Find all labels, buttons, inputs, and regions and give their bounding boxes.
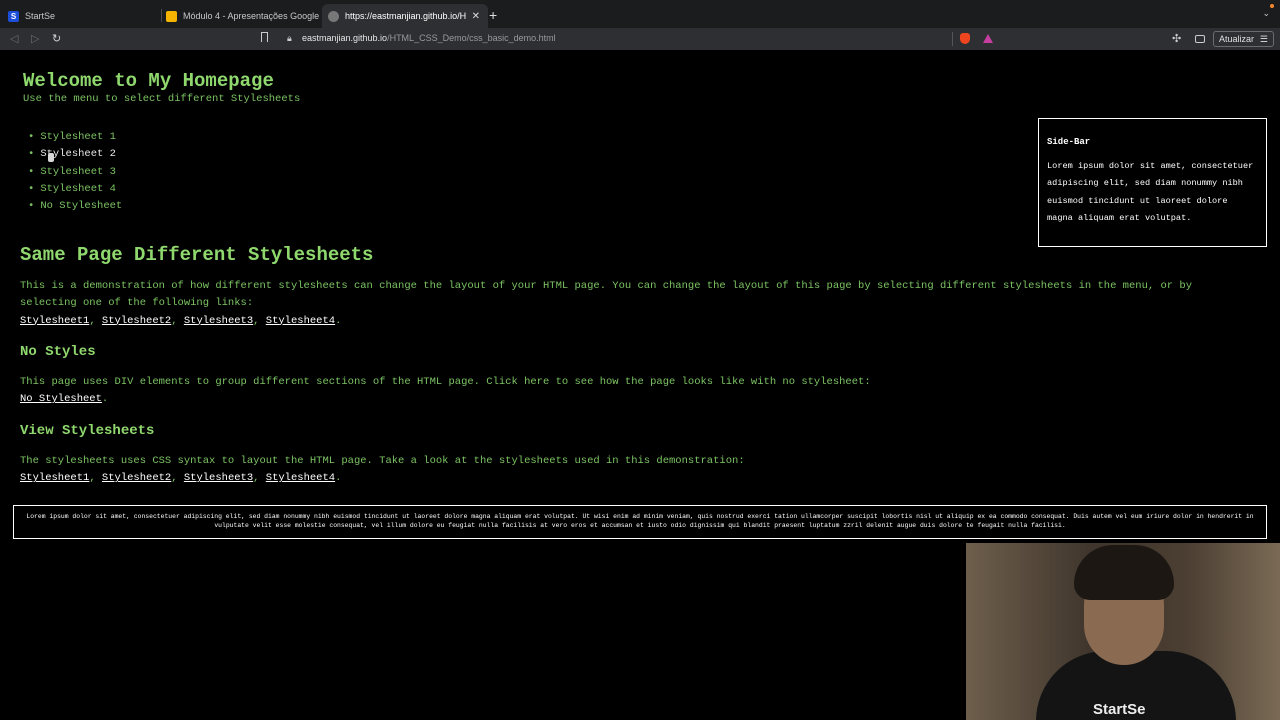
forward-icon[interactable]: ▷ [31,32,39,45]
google-slides-icon [166,10,177,22]
reload-icon[interactable]: ↻ [52,32,61,45]
url-host: eastmanjian.github.io [302,33,388,43]
menu-item-stylesheet-2[interactable]: Stylesheet 2 [28,146,122,163]
page-title: Welcome to My Homepage [23,70,274,92]
section-heading-view-stylesheets: View Stylesheets [20,423,155,439]
presenter-hair [1074,545,1174,600]
tab-label: https://eastmanjian.github.io/H [345,11,467,21]
tab-search-chevron-icon[interactable]: ⌄ [1262,8,1270,19]
paragraph-text: This page uses DIV elements to group dif… [20,376,871,388]
close-tab-icon[interactable]: ✕ [472,11,480,22]
lock-icon[interactable]: 🔒︎ [287,33,292,44]
link-stylesheet3[interactable]: Stylesheet3 [184,472,253,484]
link-stylesheet3[interactable]: Stylesheet3 [184,315,253,327]
page-subtitle: Use the menu to select different Stylesh… [23,93,301,105]
sidebar-text: Lorem ipsum dolor sit amet, consectetuer… [1047,161,1254,224]
tab-startse[interactable]: S StartSe [4,4,166,28]
link-stylesheet4[interactable]: Stylesheet4 [266,315,335,327]
tab-bar: S StartSe Módulo 4 - Apresentações Googl… [0,0,1280,28]
paragraph-text: This is a demonstration of how different… [20,280,1192,310]
section-heading-same-page: Same Page Different Stylesheets [20,244,374,266]
tab-active-demo[interactable]: https://eastmanjian.github.io/H ✕ [322,4,488,28]
menu-item-stylesheet-4[interactable]: Stylesheet 4 [28,181,122,198]
sidebar-title: Side-Bar [1047,137,1091,147]
brave-shields-icon[interactable] [960,33,970,44]
update-button[interactable]: Atualizar ☰ [1213,31,1274,47]
link-stylesheet1[interactable]: Stylesheet1 [20,315,89,327]
section-text-no-styles: This page uses DIV elements to group dif… [20,376,871,406]
link-no-stylesheet[interactable]: No Stylesheet [20,393,102,405]
link-stylesheet1[interactable]: Stylesheet1 [20,472,89,484]
bookmark-icon[interactable] [261,32,268,42]
update-label: Atualizar [1219,34,1255,44]
browser-toolbar: ◁ ▷ ↻ 🔒︎ eastmanjian.github.io/HTML_CSS_… [0,28,1280,50]
address-bar[interactable]: eastmanjian.github.io/HTML_CSS_Demo/css_… [302,33,556,43]
brave-rewards-icon[interactable] [983,34,993,43]
section-text-view-stylesheets: The stylesheets uses CSS syntax to layou… [20,455,745,485]
link-stylesheet4[interactable]: Stylesheet4 [266,472,335,484]
tab-label: Módulo 4 - Apresentações Google [183,11,320,21]
url-path: /HTML_CSS_Demo/css_basic_demo.html [387,33,556,43]
menu-icon: ☰ [1259,33,1268,44]
shirt-logo: StartSe [1093,701,1146,718]
footer: Lorem ipsum dolor sit amet, consectetuer… [13,505,1267,539]
link-stylesheet2[interactable]: Stylesheet2 [102,315,171,327]
menu-item-no-stylesheet[interactable]: No Stylesheet [28,198,122,215]
mouse-cursor [48,153,54,162]
startse-favicon-icon: S [8,10,19,22]
extensions-icon[interactable]: ✣ [1172,32,1181,45]
new-tab-button[interactable]: + [489,7,497,23]
menu-item-stylesheet-1[interactable]: Stylesheet 1 [28,129,122,146]
paragraph-text: The stylesheets uses CSS syntax to layou… [20,455,745,467]
webcam-overlay: StartSe [966,543,1280,720]
back-icon[interactable]: ◁ [10,32,18,45]
tab-google-slides[interactable]: Módulo 4 - Apresentações Google [162,4,324,28]
footer-text: Lorem ipsum dolor sit amet, consectetuer… [26,513,1254,529]
wallet-icon[interactable] [1195,35,1205,43]
globe-icon [328,10,339,22]
stylesheet-menu: Stylesheet 1 Stylesheet 2 Stylesheet 3 S… [28,129,122,215]
tab-label: StartSe [25,11,56,21]
link-stylesheet2[interactable]: Stylesheet2 [102,472,171,484]
section-text-same-page: This is a demonstration of how different… [20,280,1192,327]
menu-item-stylesheet-3[interactable]: Stylesheet 3 [28,164,122,181]
side-bar: Side-Bar Lorem ipsum dolor sit amet, con… [1038,118,1267,247]
notification-dot [1270,4,1274,8]
address-divider [952,32,953,46]
section-heading-no-styles: No Styles [20,344,96,360]
